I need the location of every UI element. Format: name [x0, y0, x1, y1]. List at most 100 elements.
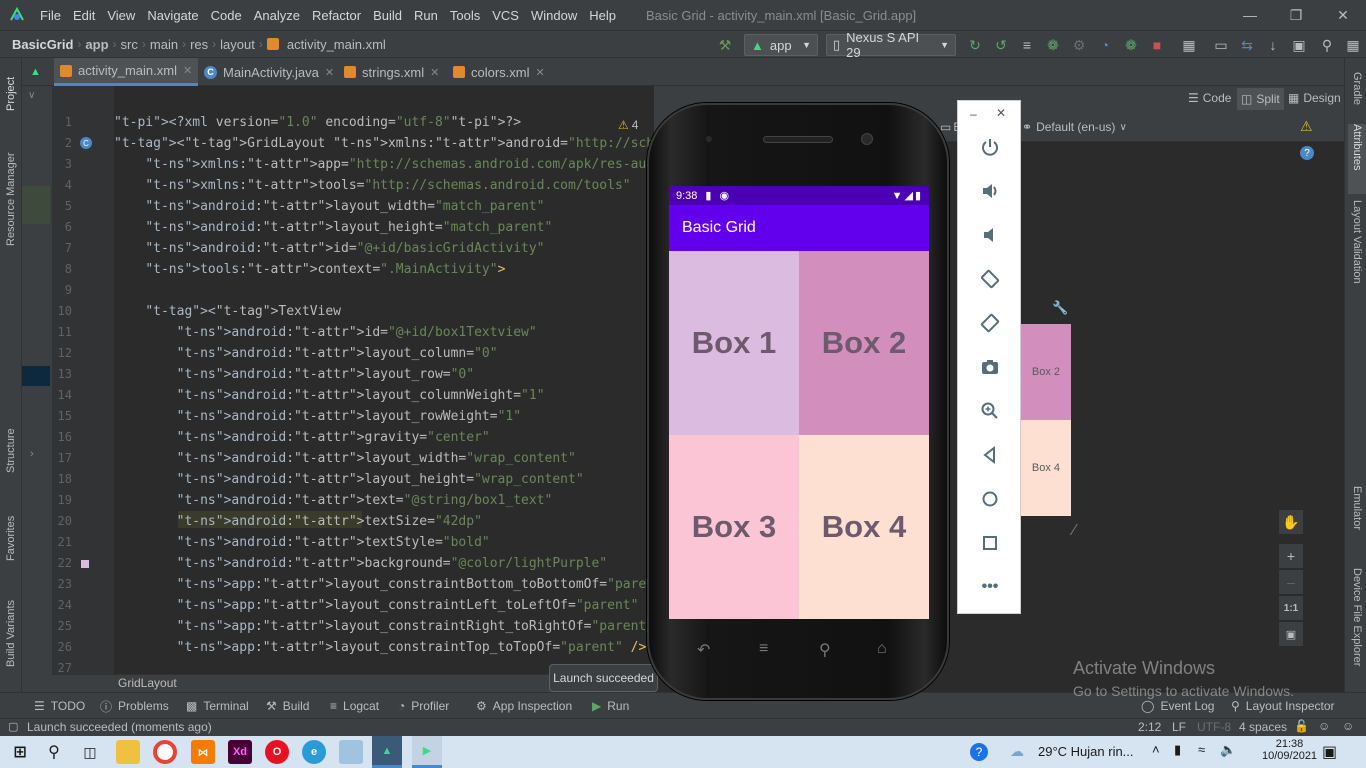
speaker-icon[interactable]: 🔈 — [1220, 742, 1236, 758]
tab-colors[interactable]: colors.xml ✕ — [447, 58, 551, 86]
code-line[interactable]: "t-ns">app:"t-attr">layout_constraintLef… — [114, 595, 639, 616]
chevron-down-icon[interactable]: ∨ — [28, 90, 35, 101]
tab-build-variants[interactable]: Build Variants — [2, 592, 20, 674]
wifi-icon[interactable]: ≈ — [1198, 742, 1205, 757]
tab-emulator[interactable]: Emulator — [1348, 486, 1366, 546]
tab-resource-manager[interactable]: Resource Manager — [2, 144, 20, 254]
code-line[interactable]: "t-ns">android:"t-attr">layout_width="wr… — [114, 448, 576, 469]
tab-app-inspection[interactable]: ⚙ App Inspection — [476, 693, 572, 719]
status-message[interactable]: Launch succeeded (moments ago) — [27, 720, 212, 734]
tab-project[interactable]: Project — [2, 66, 20, 122]
weather-icon[interactable]: ☁ — [1010, 743, 1024, 760]
preview-box-2[interactable]: Box 2 — [1021, 324, 1071, 420]
grid-box-2[interactable]: Box 2 — [799, 251, 929, 435]
search-key-icon[interactable]: ⚲ — [819, 640, 831, 660]
zoom-out-icon[interactable]: – — [1279, 570, 1303, 594]
code-line[interactable]: "t-ns">app:"t-attr">layout_constraintRig… — [114, 616, 654, 637]
avd-manager-icon[interactable]: ▭ — [1212, 36, 1230, 54]
overview-icon[interactable] — [976, 529, 1004, 557]
clock[interactable]: 21:38 10/09/2021 — [1262, 738, 1317, 762]
debug-icon[interactable]: ❁ — [1044, 36, 1062, 54]
lock-icon[interactable]: 🔓 — [1294, 719, 1309, 733]
windows-start-icon[interactable]: ⊞ — [8, 740, 32, 764]
edge-icon[interactable]: e — [302, 740, 326, 764]
opera-icon[interactable]: O — [265, 740, 289, 764]
file-explorer-icon[interactable] — [116, 740, 140, 764]
code-line[interactable]: "t-ns">android:"t-attr">layout_column="0… — [114, 343, 498, 364]
close-tab-icon[interactable]: ✕ — [325, 66, 334, 79]
profile-icon[interactable]: ◔ — [1096, 36, 1114, 54]
resize-handle-icon[interactable]: ∕ — [1073, 522, 1076, 540]
home-key-icon[interactable]: ⌂ — [877, 640, 887, 658]
adobe-xd-icon[interactable]: Xd — [228, 740, 252, 764]
apply-changes-icon[interactable]: ↻ — [966, 36, 984, 54]
code-line[interactable]: "t-ns">android:"t-attr">textSize="42dp" — [114, 511, 482, 532]
minimize-emulator-icon[interactable]: – — [970, 107, 977, 121]
code-line[interactable]: "t-ns">app:"t-attr">layout_constraintBot… — [114, 574, 654, 595]
minimize-icon[interactable]: — — [1227, 0, 1273, 30]
file-encoding[interactable]: UTF-8 — [1197, 720, 1231, 734]
face-icon[interactable]: ☺ — [1342, 719, 1354, 733]
wrench-icon[interactable]: 🔧 — [1052, 300, 1068, 316]
menu-file[interactable]: File — [34, 8, 67, 23]
code-line[interactable]: "t-ns">android:"t-attr">layout_row="0" — [114, 364, 474, 385]
tab-logcat[interactable]: ≡ Logcat — [330, 693, 379, 719]
code-line[interactable]: "t-ns">android:"t-attr">layout_height="m… — [114, 217, 552, 238]
code-line[interactable]: "t-ns">android:"t-attr">textStyle="bold" — [114, 532, 490, 553]
stop-icon[interactable]: ■ — [1148, 36, 1166, 54]
menu-tools[interactable]: Tools — [444, 8, 486, 23]
home-icon[interactable] — [976, 485, 1004, 513]
tab-main-activity[interactable]: C MainActivity.java ✕ — [198, 58, 340, 86]
menu-edit[interactable]: Edit — [67, 8, 101, 23]
warning-icon[interactable]: ⚠ — [1300, 118, 1313, 135]
device-manager-icon[interactable]: ▣ — [1290, 36, 1308, 54]
code-line[interactable]: "t-ns">android:"t-attr">background="@col… — [114, 553, 608, 574]
code-line[interactable]: "t-pi"><?xml version="1.0" encoding="utf… — [114, 112, 521, 133]
pan-hand-icon[interactable]: ✋ — [1279, 510, 1303, 534]
grid-box-1[interactable]: Box 1 — [669, 251, 799, 435]
code-line[interactable]: "t-ns">tools:"t-attr">context=".MainActi… — [114, 259, 505, 280]
caret-position[interactable]: 2:12 — [1138, 720, 1161, 734]
zoom-in-icon[interactable]: + — [1279, 544, 1303, 568]
menu-build[interactable]: Build — [367, 8, 408, 23]
menu-key-icon[interactable]: ≡ — [759, 640, 768, 658]
menu-vcs[interactable]: VCS — [486, 8, 525, 23]
task-view-icon[interactable]: ◫ — [78, 740, 102, 764]
code-line[interactable]: "t-ns">android:"t-attr">id="@+id/box1Tex… — [114, 322, 537, 343]
line-separator[interactable]: LF — [1172, 720, 1186, 734]
sdk-manager-icon[interactable]: ↓ — [1264, 36, 1282, 54]
code-line[interactable]: "t-ns">android:"t-attr">layout_columnWei… — [114, 385, 545, 406]
close-icon[interactable]: ✕ — [1320, 0, 1366, 30]
back-key-icon[interactable]: ↶ — [697, 640, 710, 660]
code-line[interactable]: "t-tag"><"t-tag">GridLayout "t-ns">xmlns… — [114, 133, 654, 154]
menu-view[interactable]: View — [101, 8, 141, 23]
attach-debugger-icon[interactable]: ⚙ — [1070, 36, 1088, 54]
locale-dropdown[interactable]: ⚭ Default (en-us) ∨ — [1022, 120, 1127, 134]
tab-problems[interactable]: ⓘ Problems — [100, 693, 169, 719]
menu-refactor[interactable]: Refactor — [306, 8, 367, 23]
restore-icon[interactable]: ❐ — [1273, 0, 1319, 30]
tab-profiler[interactable]: ◔ Profiler — [398, 693, 449, 719]
apply-code-changes-icon[interactable]: ↺ — [992, 36, 1010, 54]
breadcrumb-main[interactable]: main — [146, 37, 182, 52]
code-line[interactable]: "t-ns">android:"t-attr">layout_height="w… — [114, 469, 584, 490]
menu-navigate[interactable]: Navigate — [141, 8, 204, 23]
project-structure-icon[interactable]: ▦ — [1180, 36, 1198, 54]
code-line[interactable]: "t-ns">xmlns:"t-attr">tools="http://sche… — [114, 175, 630, 196]
tab-gradle[interactable]: Gradle — [1348, 72, 1366, 120]
hammer-icon[interactable]: ⚒ — [716, 36, 734, 54]
volume-up-icon[interactable] — [976, 177, 1004, 205]
tab-layout-validation[interactable]: Layout Validation — [1348, 200, 1366, 310]
help-icon[interactable]: ? — [1300, 146, 1314, 160]
battery-icon[interactable]: ▮ — [1174, 742, 1181, 758]
grid-box-4[interactable]: Box 4 — [799, 435, 929, 619]
code-line[interactable]: "t-ns">xmlns:"t-attr">app="http://schema… — [114, 154, 654, 175]
tab-run[interactable]: ▶ Run — [592, 693, 629, 719]
close-emulator-icon[interactable]: ✕ — [996, 106, 1006, 120]
breadcrumb-res[interactable]: res — [186, 37, 212, 52]
bug-icon[interactable]: ❁ — [1122, 36, 1140, 54]
indent-setting[interactable]: 4 spaces — [1239, 720, 1287, 734]
code-line[interactable]: "t-tag"><"t-tag">TextView — [114, 301, 341, 322]
chevron-up-icon[interactable]: ˄ — [1152, 742, 1160, 757]
run-config-dropdown[interactable]: ▲ app ▼ — [744, 34, 818, 56]
